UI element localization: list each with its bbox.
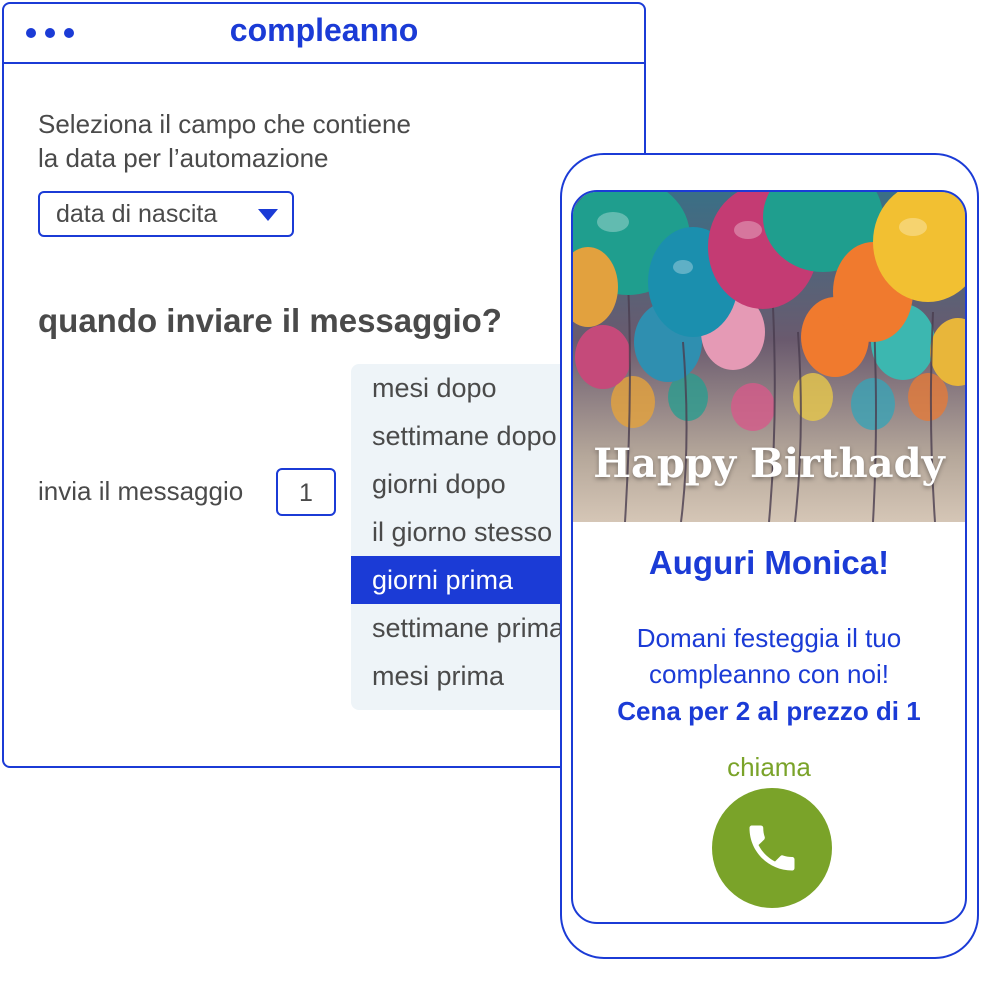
send-amount-input[interactable]: 1 [276,468,336,516]
date-field-select[interactable]: data di nascita [38,191,294,237]
balloons-image: Happy Birthady [573,192,965,522]
call-label: chiama [727,752,811,782]
phone-mockup: Happy Birthady Auguri Monica! Domani fes… [560,153,979,959]
field-label-line2: la data per l’automazione [38,143,329,173]
phone-screen: Happy Birthady Auguri Monica! Domani fes… [571,190,967,924]
phone-icon [749,825,795,871]
field-label-line1: Seleziona il campo che contiene [38,109,411,139]
call-button[interactable] [712,788,832,908]
hero-title: Happy Birthady [593,440,945,487]
offer-text: Cena per 2 al prezzo di 1 [617,696,921,726]
message-line1: Domani festeggia il tuo [636,623,902,653]
send-time-question: quando inviare il messaggio? [38,302,502,339]
window-title: compleanno [229,12,419,48]
greeting-heading: Auguri Monica! [648,544,890,581]
birthday-message: Domani festeggia il tuo compleanno con n… [573,620,965,692]
window-titlebar: compleanno [4,4,644,64]
message-line2: compleanno con noi! [649,659,889,689]
caret-down-icon [258,209,278,221]
date-field-select-value: data di nascita [56,200,218,228]
field-label: Seleziona il campo che contiene la data … [38,107,411,175]
send-message-label: invia il messaggio [38,476,244,506]
